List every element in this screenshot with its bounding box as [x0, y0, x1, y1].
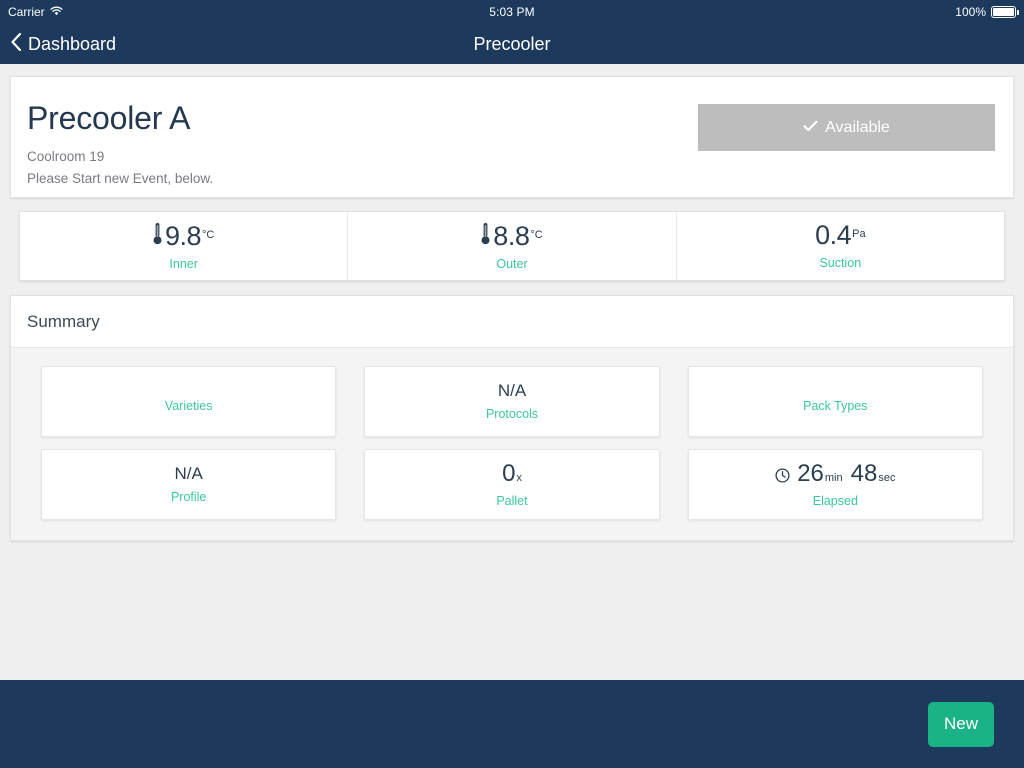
metric-inner: 9.8 °C Inner	[20, 212, 347, 280]
summary-tile-pack-types-label: Pack Types	[803, 398, 868, 413]
carrier-label: Carrier	[8, 5, 45, 19]
metric-outer-value-group: 8.8 °C	[481, 221, 543, 251]
metric-inner-value: 9.8	[164, 221, 202, 251]
elapsed-minutes-group: 26 min	[797, 459, 843, 487]
status-badge-available[interactable]: Available	[698, 104, 995, 151]
new-event-button[interactable]: New	[927, 701, 994, 747]
instruction-label: Please Start new Event, below.	[27, 170, 214, 186]
summary-tile-pallet-label: Pallet	[496, 493, 528, 508]
chevron-left-icon	[10, 32, 22, 57]
summary-tile-protocols-value: N/A	[497, 381, 527, 400]
status-bar-time: 5:03 PM	[489, 5, 535, 19]
metric-outer-value: 8.8	[493, 221, 530, 251]
clock-icon	[775, 467, 790, 486]
metric-inner-unit: °C	[202, 229, 215, 241]
summary-tile-profile-value: N/A	[174, 464, 203, 483]
page-title: Precooler	[473, 33, 551, 54]
metric-outer-unit: °C	[530, 229, 543, 241]
metric-suction-value-group: 0.4 Pa	[815, 222, 866, 249]
content-area: Precooler A Coolroom 19 Please Start new…	[0, 64, 1024, 680]
back-button-label: Dashboard	[28, 33, 117, 54]
precooler-header-text: Precooler A Coolroom 19 Please Start new…	[27, 99, 698, 189]
summary-tile-pallet-unit: x	[516, 471, 522, 484]
metric-inner-value-group: 9.8 °C	[153, 221, 214, 250]
metric-outer-label: Outer	[496, 257, 528, 271]
elapsed-seconds-unit: sec	[878, 471, 896, 484]
summary-tile-elapsed-value-group: 26 min 48 sec	[775, 459, 896, 487]
summary-tile-profile[interactable]: N/A Profile	[41, 449, 337, 520]
back-button[interactable]: Dashboard	[10, 32, 116, 57]
metric-inner-label: Inner	[169, 257, 198, 271]
coolroom-label: Coolroom 19	[27, 149, 105, 164]
status-bar: Carrier 5:03 PM 100%	[0, 0, 1024, 24]
battery-icon	[991, 6, 1019, 18]
summary-heading: Summary	[11, 296, 1013, 348]
summary-tile-pallet-value: 0	[502, 459, 516, 487]
status-badge-label: Available	[825, 118, 890, 136]
summary-tile-pallet-value-group: 0 x	[502, 459, 522, 487]
metrics-row: 9.8 °C Inner 8.8 °C Outer 0.4 Pa Suction	[19, 211, 1005, 281]
wifi-icon	[50, 5, 63, 19]
bottom-toolbar: New	[0, 680, 1024, 768]
elapsed-minutes-value: 26	[797, 459, 824, 487]
summary-tile-protocols[interactable]: N/A Protocols	[364, 366, 660, 437]
metric-suction-value: 0.4	[815, 220, 852, 250]
summary-tile-varieties[interactable]: Varieties	[41, 366, 337, 437]
app-screen: Carrier 5:03 PM 100% Dashboard Precooler…	[0, 0, 1024, 768]
precooler-title: Precooler A	[27, 100, 191, 136]
status-bar-right: 100%	[955, 5, 1019, 19]
summary-tile-pack-types[interactable]: Pack Types	[687, 366, 983, 437]
elapsed-minutes-unit: min	[824, 471, 843, 484]
metric-suction: 0.4 Pa Suction	[675, 212, 1004, 280]
battery-percent-label: 100%	[955, 5, 986, 19]
summary-tile-elapsed-label: Elapsed	[812, 493, 858, 508]
metric-suction-label: Suction	[819, 256, 862, 270]
summary-tile-elapsed[interactable]: 26 min 48 sec Elapsed	[687, 449, 983, 520]
precooler-header-card: Precooler A Coolroom 19 Please Start new…	[10, 76, 1014, 198]
summary-tiles-grid: Varieties N/A Protocols Pack Types N/A P…	[11, 348, 1013, 540]
precooler-subtitle: Coolroom 19 Please Start new Event, belo…	[27, 146, 698, 189]
summary-tile-pallet[interactable]: 0 x Pallet	[364, 449, 660, 520]
thermometer-icon	[481, 222, 490, 250]
summary-card: Summary Varieties N/A Protocols Pack Typ…	[10, 295, 1014, 541]
status-bar-left: Carrier	[8, 5, 63, 19]
elapsed-seconds-group: 48 sec	[850, 459, 896, 487]
summary-tile-profile-label: Profile	[170, 490, 207, 504]
summary-tile-protocols-label: Protocols	[485, 407, 539, 421]
check-icon	[803, 119, 818, 136]
summary-tile-varieties-label: Varieties	[164, 398, 213, 413]
metric-suction-unit: Pa	[852, 228, 866, 240]
nav-bar: Dashboard Precooler	[0, 24, 1024, 64]
metric-outer: 8.8 °C Outer	[347, 212, 675, 280]
thermometer-icon	[153, 222, 162, 250]
elapsed-seconds-value: 48	[850, 459, 878, 487]
